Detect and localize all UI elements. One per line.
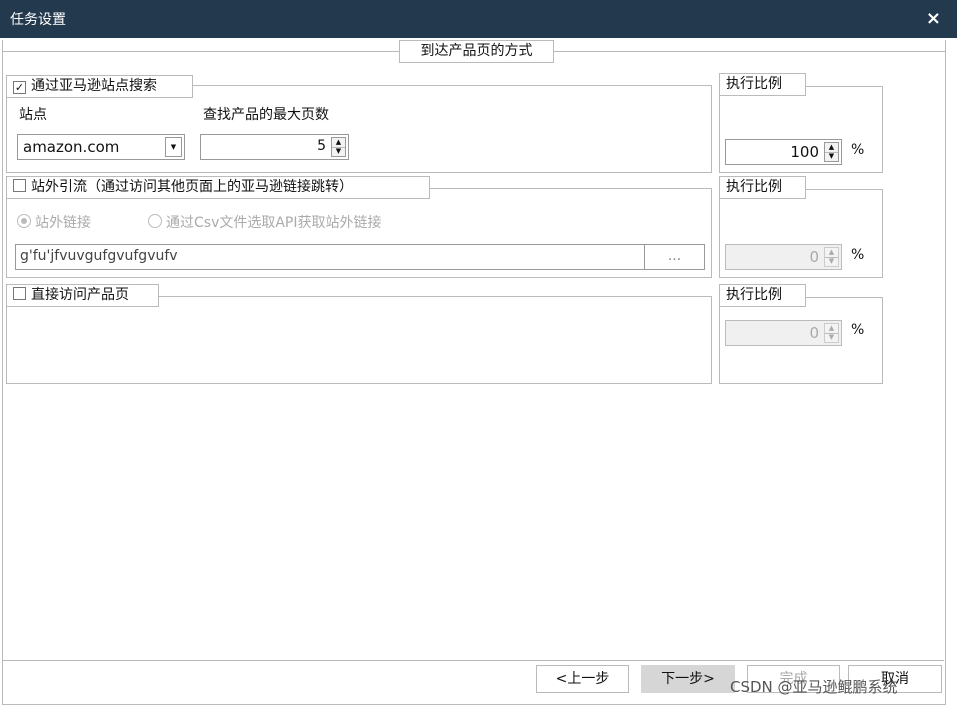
ratio-direct-legend: 执行比例 [719,284,806,307]
max-pages-stepper[interactable]: 5 ▲ ▼ [200,134,349,160]
site-select[interactable]: amazon.com ▼ [17,134,185,160]
radio-csv-api[interactable]: 通过Csv文件选取API获取站外链接 [148,212,382,232]
external-legend[interactable]: 站外引流（通过访问其他页面上的亚马逊链接跳转） [6,176,430,199]
search-legend[interactable]: ✓ 通过亚马逊站点搜索 [6,75,193,98]
direct-checkbox[interactable] [13,287,26,300]
external-link-input[interactable]: g'fu'jfvuvgufgvufgvufv [15,244,645,270]
ratio-search-legend: 执行比例 [719,73,806,96]
ratio-search-spin[interactable]: ▲ ▼ [824,142,839,162]
search-checkbox[interactable]: ✓ [13,81,26,94]
browse-button[interactable]: ... [644,244,705,270]
ratio-external-stepper[interactable]: 0 ▲ ▼ [725,244,842,270]
site-label: 站点 [19,107,47,123]
window-title: 任务设置 [10,12,66,28]
site-select-value: amazon.com [23,138,120,156]
radio-icon[interactable] [17,214,31,228]
ratio-external-spin[interactable]: ▲ ▼ [824,247,839,267]
spin-down-icon[interactable]: ▼ [825,333,838,342]
direct-group [6,296,712,384]
ratio-direct-unit: % [851,322,865,338]
search-checkbox-label: 通过亚马逊站点搜索 [31,78,157,94]
ratio-external-unit: % [851,247,865,263]
watermark: CSDN @亚马逊鲲鹏系统 [730,678,898,696]
title-bar: 任务设置 × [0,0,957,38]
ratio-search-unit: % [851,142,865,158]
ratio-external-value: 0 [809,248,819,266]
external-link-value: g'fu'jfvuvgufgvufgvufv [20,248,178,264]
prev-button[interactable]: <上一步 [536,665,629,693]
radio-external-links[interactable]: 站外链接 [17,212,91,232]
ratio-direct-stepper[interactable]: 0 ▲ ▼ [725,320,842,346]
spin-down-icon[interactable]: ▼ [825,152,838,161]
close-icon[interactable]: × [926,8,941,29]
radio-icon[interactable] [148,214,162,228]
next-button[interactable]: 下一步> [641,665,735,693]
direct-legend[interactable]: 直接访问产品页 [6,284,159,307]
footer-divider [2,660,944,661]
external-checkbox[interactable] [13,179,26,192]
ratio-direct-value: 0 [809,324,819,342]
chevron-down-icon[interactable]: ▼ [165,137,182,157]
max-pages-value: 5 [317,138,326,154]
ratio-search-stepper[interactable]: 100 ▲ ▼ [725,139,842,165]
max-pages-spin[interactable]: ▲ ▼ [331,137,346,157]
external-checkbox-label: 站外引流（通过访问其他页面上的亚马逊链接跳转） [31,179,353,195]
max-pages-label: 查找产品的最大页数 [203,107,329,123]
method-header: 到达产品页的方式 [399,40,554,63]
spin-down-icon[interactable]: ▼ [825,257,838,266]
ratio-external-legend: 执行比例 [719,176,806,199]
ratio-direct-spin[interactable]: ▲ ▼ [824,323,839,343]
spin-down-icon[interactable]: ▼ [332,147,345,156]
direct-checkbox-label: 直接访问产品页 [31,287,129,303]
ratio-search-value: 100 [790,143,819,161]
